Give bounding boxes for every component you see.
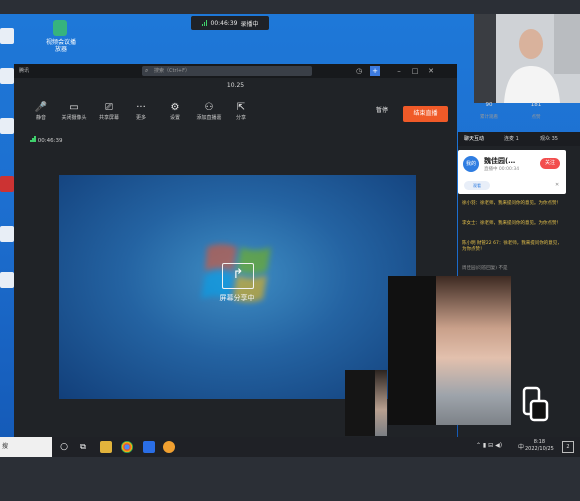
phone-rotate-icon[interactable] xyxy=(519,384,551,426)
signal-icon xyxy=(201,20,208,26)
follow-button[interactable]: 关注 xyxy=(540,158,560,169)
share-screen-icon: ⎚ xyxy=(105,102,113,113)
chat-message: 陈小明 财管22 67：徐老师，我来提问你的意见，为你点赞！ xyxy=(462,241,562,252)
likes-label: 点赞 xyxy=(531,115,541,120)
tab-connect[interactable]: 连麦 1 xyxy=(504,135,519,142)
small-video[interactable] xyxy=(345,370,387,436)
bottom-frame xyxy=(0,457,580,501)
close-icon[interactable]: ✕ xyxy=(555,182,559,188)
minimize-icon[interactable]: – xyxy=(394,66,404,76)
desktop-icon-label: 视频会议播放器 xyxy=(45,39,76,53)
search-input[interactable]: ⌕ 搜索（Ctrl+F） xyxy=(142,66,312,76)
tab-audience[interactable]: 观众 35 xyxy=(540,135,558,142)
taskbar: 搜 ○ ⧉ ⌃ ▮ ⊟ ◀) 中 8:18 2022/10/25 2 xyxy=(0,437,580,457)
screen-share-icon: ↱ xyxy=(222,263,254,289)
panel-tabs: 聊天互动 连麦 1 观众 35 xyxy=(458,132,580,146)
desktop-file-icon[interactable] xyxy=(0,226,14,242)
window-title: 腾讯 xyxy=(19,68,30,74)
file-explorer-icon[interactable] xyxy=(100,441,112,453)
notification-icon[interactable]: 2 xyxy=(562,441,574,453)
app-icon[interactable] xyxy=(143,441,155,453)
likes-count: 181 xyxy=(530,102,542,108)
desktop-file-icon[interactable] xyxy=(0,28,14,44)
add-icon[interactable]: + xyxy=(370,66,380,76)
recording-status: 录播中 xyxy=(240,20,259,28)
export-icon: ⇱ xyxy=(236,102,246,113)
meeting-timer: 00:46:39 xyxy=(30,136,62,144)
ime-indicator[interactable]: 中 xyxy=(518,442,524,451)
chat-message: 周佳园(问答回复) 不是 xyxy=(462,266,508,271)
chat-message: 李女士：徐老师，我来提问你的意见。为你点赞！ xyxy=(462,221,561,226)
host-person-icon xyxy=(474,14,580,103)
meeting-title: 10.25 xyxy=(226,82,245,89)
pause-button[interactable]: 暂停 xyxy=(368,104,396,118)
title-bar: 腾讯 ⌕ 搜索（Ctrl+F） ◷ + – □ ✕ xyxy=(14,64,457,78)
more-icon: ··· xyxy=(136,102,146,113)
history-icon[interactable]: ◷ xyxy=(354,66,364,76)
live-stats: 90 累计观看 181 点赞 xyxy=(474,102,580,126)
recording-time: 00:46:39 xyxy=(210,19,238,27)
desktop-file-icon[interactable] xyxy=(0,272,14,288)
end-live-button[interactable]: 结束直播 xyxy=(403,106,448,122)
search-placeholder: 搜索（Ctrl+F） xyxy=(154,68,190,74)
gear-icon: ⚙ xyxy=(170,102,180,113)
watch-chip[interactable]: 观看 xyxy=(464,181,490,190)
taskbar-search[interactable]: 搜 xyxy=(0,437,52,457)
mute-button[interactable]: 🎤 静音 xyxy=(26,102,56,122)
phone-icon xyxy=(522,386,549,422)
host-badge: 我的 xyxy=(463,156,479,172)
desktop-file-icon[interactable] xyxy=(0,118,14,134)
more-button[interactable]: ··· 更多 xyxy=(126,102,156,122)
add-guest-button[interactable]: ⚇ 添加直播嘉 xyxy=(192,102,226,122)
desktop-app-icon[interactable] xyxy=(0,176,14,192)
taskbar-clock[interactable]: 8:18 2022/10/25 xyxy=(525,439,554,453)
desktop-file-icon[interactable] xyxy=(0,68,14,84)
task-view-icon[interactable]: ⧉ xyxy=(77,441,89,453)
microphone-icon: 🎤 xyxy=(34,102,48,113)
host-status: 直播中 00:00:34 xyxy=(484,167,520,172)
host-card[interactable]: 我的 魏佳园(… 直播中 00:00:34 关注 观看 ✕ xyxy=(458,150,566,194)
camera-icon: ▭ xyxy=(69,102,79,113)
screen-share-area[interactable]: ↱ 屏幕分享中 xyxy=(59,175,416,399)
chat-message: 徐小羽：徐老师，我来提问你的意见。为你点赞！ xyxy=(462,201,561,206)
chrome-icon[interactable] xyxy=(121,441,133,453)
views-count: 90 xyxy=(485,102,493,108)
tray-icons[interactable]: ⌃ ▮ ⊟ ◀) xyxy=(476,442,502,449)
host-video[interactable] xyxy=(474,14,580,103)
share-screen-button[interactable]: ⎚ 共享屏幕 xyxy=(94,102,124,122)
add-user-icon: ⚇ xyxy=(204,102,214,113)
search-icon: ⌕ xyxy=(145,67,149,74)
settings-button[interactable]: ⚙ 设置 xyxy=(160,102,190,122)
camera-button[interactable]: ▭ 关闭摄像头 xyxy=(59,102,89,122)
close-icon[interactable]: ✕ xyxy=(426,66,436,76)
cortana-icon[interactable]: ○ xyxy=(58,441,70,453)
maximize-icon[interactable]: □ xyxy=(410,66,420,76)
tab-chat[interactable]: 聊天互动 xyxy=(464,135,484,142)
small-person-image xyxy=(375,370,387,436)
views-label: 累计观看 xyxy=(480,115,498,120)
recording-indicator[interactable]: 00:46:39 录播中 xyxy=(191,16,269,30)
guest-person-image xyxy=(436,276,511,425)
host-name: 魏佳园(… xyxy=(484,157,516,165)
video-player-icon[interactable] xyxy=(53,20,67,36)
signal-icon xyxy=(30,136,36,142)
screen-share-status: 屏幕分享中 xyxy=(219,294,255,302)
share-button[interactable]: ⇱ 分享 xyxy=(226,102,256,122)
app-icon[interactable] xyxy=(163,441,175,453)
guest-video[interactable] xyxy=(388,276,511,425)
